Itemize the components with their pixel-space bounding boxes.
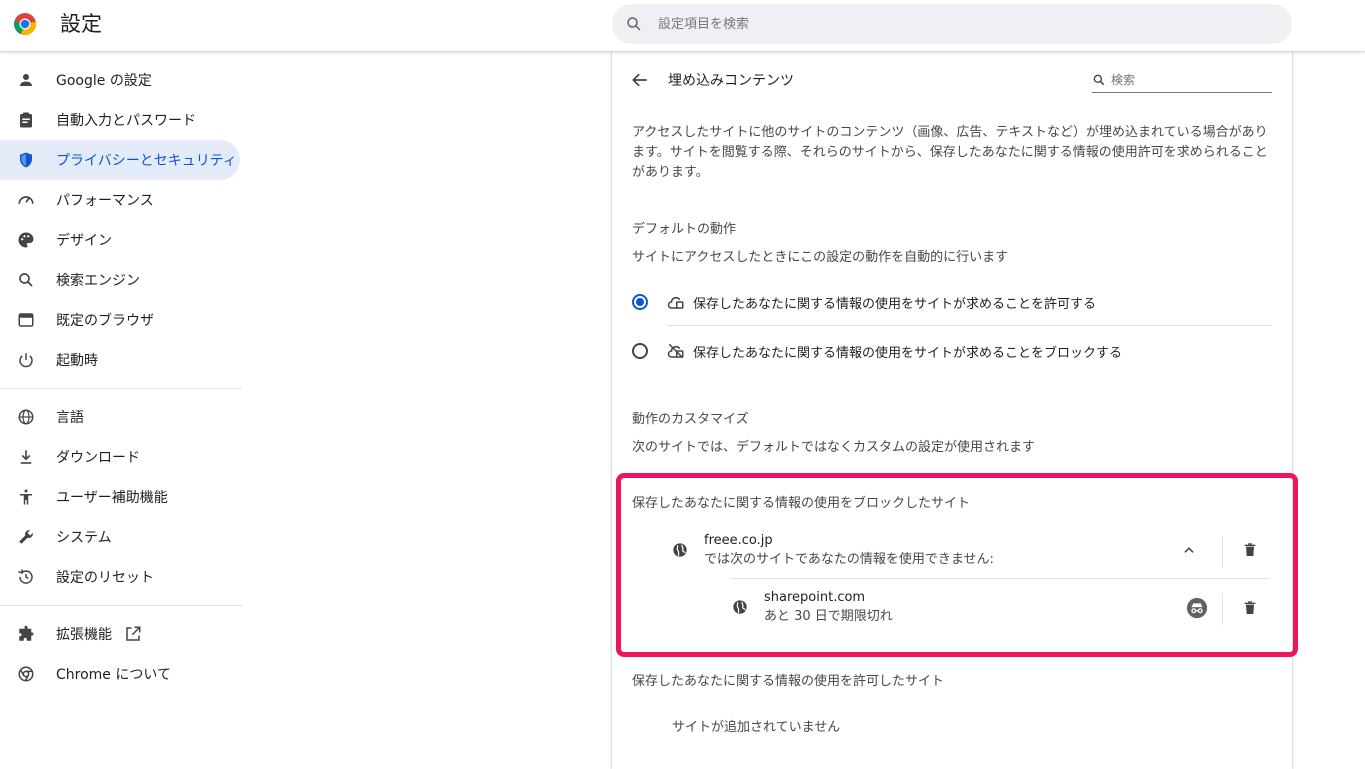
accessibility-icon — [16, 487, 36, 507]
sidebar-item-search-engine[interactable]: 検索エンジン — [0, 260, 242, 300]
sidebar-item-label: 起動時 — [56, 353, 98, 369]
sidebar-item-label: プライバシーとセキュリティ — [56, 153, 237, 169]
embedded-content-off-icon — [667, 342, 685, 360]
default-behavior-heading: デフォルトの動作 — [632, 222, 737, 237]
sidebar-item-label: 拡張機能 — [56, 627, 112, 643]
history-icon — [16, 567, 36, 587]
subpage-search-input[interactable] — [1111, 73, 1261, 87]
embedded-site-row[interactable]: sharepoint.com あと 30 日で期限切れ — [632, 585, 1272, 633]
radio-button-block[interactable] — [632, 343, 648, 359]
back-button[interactable] — [630, 70, 650, 90]
settings-search-input[interactable] — [658, 16, 1238, 32]
sidebar-item-startup[interactable]: 起動時 — [0, 340, 242, 380]
sidebar-item-label: 既定のブラウザ — [56, 313, 154, 329]
sidebar-item-reset[interactable]: 設定のリセット — [0, 557, 242, 597]
browser-window-icon — [16, 310, 36, 330]
globe-icon — [16, 407, 36, 427]
chrome-icon — [16, 664, 36, 684]
default-behavior-subtitle: サイトにアクセスしたときにこの設定の動作を自動的に行います — [632, 250, 1009, 265]
embedded-site-expiry: あと 30 日で期限切れ — [764, 609, 893, 624]
incognito-indicator — [1185, 596, 1209, 620]
sidebar-item-appearance[interactable]: デザイン — [0, 220, 242, 260]
delete-embedded-button[interactable] — [1238, 596, 1262, 620]
customize-heading: 動作のカスタマイズ — [632, 412, 749, 427]
settings-search-box[interactable] — [612, 4, 1292, 44]
sidebar-item-accessibility[interactable]: ユーザー補助機能 — [0, 477, 242, 517]
sidebar-item-label: Google の設定 — [56, 73, 152, 89]
sidebar-item-label: システム — [56, 530, 112, 546]
sidebar-divider — [0, 388, 242, 389]
blocked-site-row[interactable]: freee.co.jp では次のサイトであなたの情報を使用できません: — [632, 530, 1272, 578]
search-icon — [627, 17, 641, 31]
app-header: 設定 — [0, 0, 1365, 52]
radio-option-allow[interactable]: 保存したあなたに関する情報の使用をサイトが求めることを許可する — [632, 278, 1272, 326]
search-icon — [1093, 74, 1105, 86]
option-divider — [667, 325, 1272, 326]
sidebar-item-label: 自動入力とパスワード — [56, 113, 196, 129]
sidebar-divider — [0, 605, 242, 606]
sidebar-item-label: ユーザー補助機能 — [56, 490, 168, 506]
search-icon — [16, 270, 36, 290]
incognito-icon — [1186, 597, 1208, 619]
page-title: 設定 — [60, 12, 102, 36]
blocked-site-subtitle: では次のサイトであなたの情報を使用できません: — [704, 552, 994, 567]
palette-icon — [16, 230, 36, 250]
trash-icon — [1244, 601, 1256, 614]
collapse-button[interactable] — [1177, 538, 1201, 562]
sub-row-divider — [730, 578, 1270, 579]
power-icon — [16, 350, 36, 370]
download-icon — [16, 447, 36, 467]
subpage-title: 埋め込みコンテンツ — [668, 73, 794, 89]
sidebar-item-label: Chrome について — [56, 667, 171, 683]
subpage-search[interactable] — [1092, 68, 1272, 93]
clipboard-icon — [16, 110, 36, 130]
sidebar-item-downloads[interactable]: ダウンロード — [0, 437, 242, 477]
person-icon — [16, 70, 36, 90]
radio-option-block[interactable]: 保存したあなたに関する情報の使用をサイトが求めることをブロックする — [632, 327, 1272, 375]
external-link-icon — [124, 625, 142, 643]
sidebar-item-label: 検索エンジン — [56, 273, 140, 289]
sidebar-item-label: デザイン — [56, 233, 112, 249]
sidebar-item-system[interactable]: システム — [0, 517, 242, 557]
sidebar-item-default-browser[interactable]: 既定のブラウザ — [0, 300, 242, 340]
sidebar-item-google[interactable]: Google の設定 — [0, 60, 242, 100]
globe-icon — [732, 599, 748, 619]
sidebar-item-label: ダウンロード — [56, 450, 140, 466]
sidebar-item-privacy[interactable]: プライバシーとセキュリティ — [0, 140, 240, 180]
description-text: アクセスしたサイトに他のサイトのコンテンツ（画像、広告、テキストなど）が埋め込ま… — [632, 125, 1268, 180]
customize-subtitle: 次のサイトでは、デフォルトではなくカスタムの設定が使用されます — [632, 440, 1036, 455]
allowed-sites-heading: 保存したあなたに関する情報の使用を許可したサイト — [632, 674, 945, 689]
allowed-sites-empty: サイトが追加されていません — [672, 720, 841, 735]
sidebar-item-languages[interactable]: 言語 — [0, 397, 242, 437]
embedded-content-icon — [667, 293, 685, 311]
blocked-sites-heading: 保存したあなたに関する情報の使用をブロックしたサイト — [632, 496, 971, 511]
speedometer-icon — [16, 190, 36, 210]
arrow-back-icon — [632, 73, 647, 87]
sidebar-item-label: 設定のリセット — [56, 570, 154, 586]
radio-button-allow[interactable] — [632, 294, 648, 310]
settings-card: 埋め込みコンテンツ アクセスしたサイトに他のサイトのコンテンツ（画像、広告、テキ… — [612, 52, 1292, 769]
sidebar-item-label: 言語 — [56, 410, 84, 426]
radio-label-block: 保存したあなたに関する情報の使用をサイトが求めることをブロックする — [693, 345, 1123, 361]
blocked-site-name: freee.co.jp — [704, 533, 773, 548]
sidebar-item-performance[interactable]: パフォーマンス — [0, 180, 242, 220]
sidebar-item-about[interactable]: Chrome について — [0, 654, 242, 694]
radio-label-allow: 保存したあなたに関する情報の使用をサイトが求めることを許可する — [693, 296, 1097, 312]
wrench-icon — [16, 527, 36, 547]
sidebar: Google の設定 自動入力とパスワード プライバシーとセキュリティ パフォー… — [0, 60, 242, 694]
globe-icon — [672, 542, 688, 562]
embedded-site-name: sharepoint.com — [764, 590, 866, 605]
chrome-logo-icon — [14, 13, 37, 36]
sidebar-item-extensions[interactable]: 拡張機能 — [0, 614, 242, 654]
row-separator — [1222, 536, 1223, 568]
puzzle-icon — [16, 624, 36, 644]
delete-button[interactable] — [1238, 538, 1262, 562]
shield-icon — [16, 150, 36, 170]
chevron-up-icon — [1184, 547, 1194, 553]
sidebar-item-autofill[interactable]: 自動入力とパスワード — [0, 100, 242, 140]
row-separator — [1222, 593, 1223, 625]
sidebar-item-label: パフォーマンス — [56, 193, 154, 209]
trash-icon — [1244, 543, 1256, 556]
